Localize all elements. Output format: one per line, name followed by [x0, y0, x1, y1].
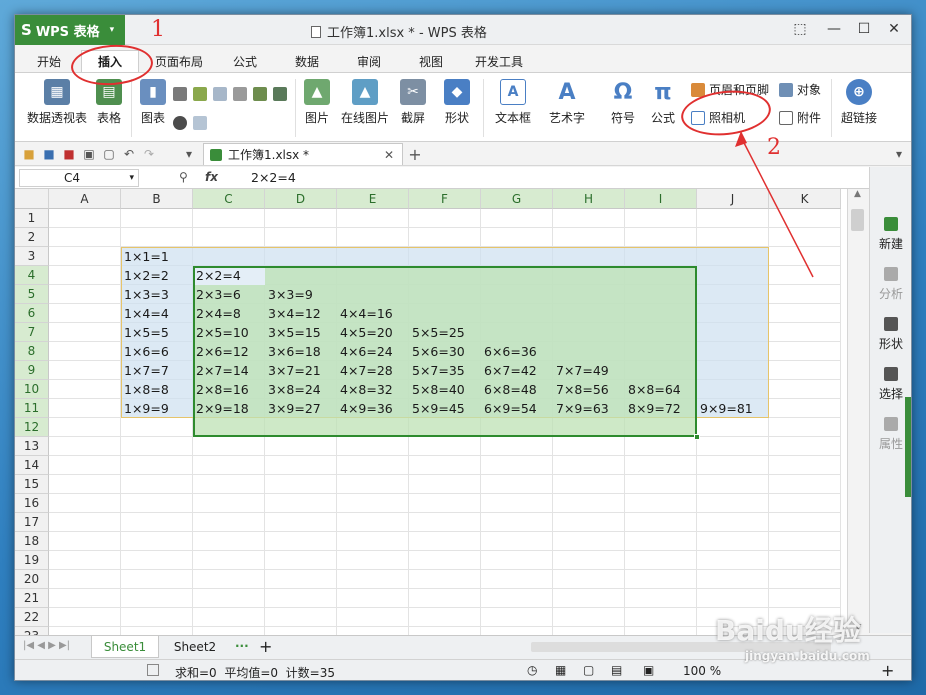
wps-window: S WPS 表格 ▾ 工作簿1.xlsx * - WPS 表格 ⬚ — ☐ ✕ … [14, 14, 912, 681]
annotation-arrow [735, 131, 814, 278]
watermark-url: jingyan.baidu.com [745, 649, 870, 663]
baidu-watermark: Baidu经验 [715, 614, 861, 647]
